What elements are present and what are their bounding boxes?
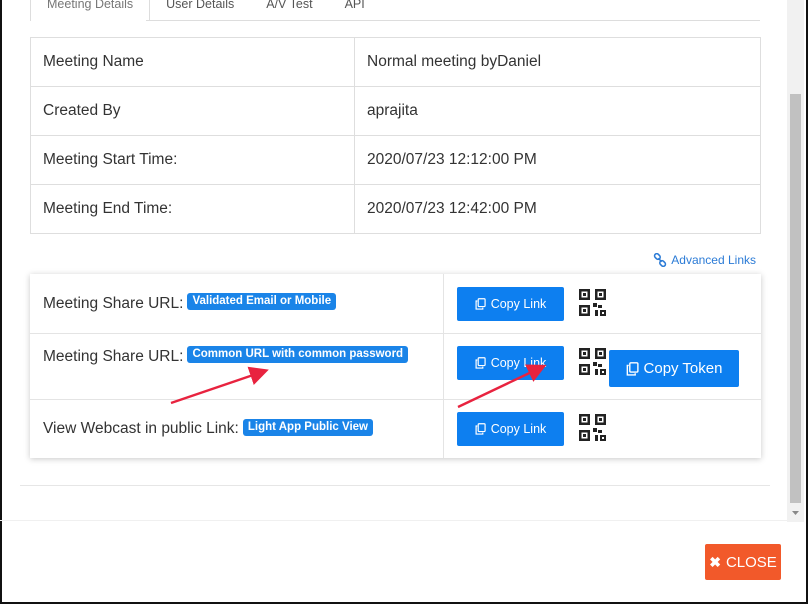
detail-value: Normal meeting byDaniel (354, 37, 761, 87)
copy-token-label: Copy Token (643, 360, 723, 377)
share-badge: Validated Email or Mobile (187, 293, 337, 310)
detail-value: aprajita (354, 86, 761, 136)
table-row: Created By aprajita (30, 86, 761, 136)
tab-label: Meeting Details (47, 0, 134, 11)
close-button[interactable]: ✖ CLOSE (705, 544, 781, 580)
share-label: View Webcast in public Link: (43, 420, 239, 437)
share-row: Meeting Share URL: Validated Email or Mo… (30, 274, 761, 334)
qr-code-icon[interactable] (579, 289, 606, 316)
detail-key: Meeting Name (30, 37, 355, 87)
copy-token-button[interactable]: Copy Token (609, 350, 739, 387)
scroll-down-icon[interactable] (790, 508, 801, 518)
copy-link-button[interactable]: Copy Link (457, 412, 564, 446)
share-row: Meeting Share URL: Common URL with commo… (30, 334, 761, 400)
table-row: Meeting Name Normal meeting byDaniel (30, 37, 761, 87)
close-label: CLOSE (725, 553, 777, 571)
copy-link-button[interactable]: Copy Link (457, 287, 564, 321)
detail-key: Meeting Start Time: (30, 135, 355, 185)
copy-icon (626, 361, 639, 376)
share-label-cell: View Webcast in public Link: Light App P… (30, 400, 444, 458)
meeting-details-table: Meeting Name Normal meeting byDaniel Cre… (30, 37, 761, 234)
table-row: Meeting End Time: 2020/07/23 12:42:00 PM (30, 184, 761, 234)
scrollbar-thumb[interactable] (790, 94, 801, 503)
copy-icon (475, 357, 486, 369)
tab-label: A/V Test (266, 0, 313, 11)
copy-link-button[interactable]: Copy Link (457, 346, 564, 380)
copy-link-label: Copy Link (490, 422, 547, 436)
share-label: Meeting Share URL: (43, 294, 184, 312)
content-divider (20, 485, 770, 486)
copy-icon (475, 298, 486, 310)
advanced-links[interactable]: Advanced Links (653, 253, 756, 267)
share-row: View Webcast in public Link: Light App P… (30, 400, 761, 458)
detail-key: Meeting End Time: (30, 184, 355, 234)
qr-code-icon[interactable] (579, 414, 606, 441)
share-label-cell: Meeting Share URL: Common URL with commo… (30, 334, 444, 399)
tab-api[interactable]: API (329, 0, 381, 21)
tab-meeting-details[interactable]: Meeting Details (30, 0, 151, 21)
share-badge: Light App Public View (242, 418, 373, 436)
footer-divider (0, 520, 788, 521)
copy-link-label: Copy Link (490, 356, 547, 370)
close-icon: ✖ (709, 553, 721, 570)
detail-value: 2020/07/23 12:42:00 PM (354, 184, 761, 234)
share-panel: Meeting Share URL: Validated Email or Mo… (30, 274, 761, 458)
detail-value: 2020/07/23 12:12:00 PM (354, 135, 761, 185)
qr-code-icon[interactable] (579, 348, 606, 375)
copy-icon (475, 423, 486, 435)
tab-bar: Meeting Details User Details A/V Test AP… (30, 0, 381, 21)
table-row: Meeting Start Time: 2020/07/23 12:12:00 … (30, 135, 761, 185)
tab-av-test[interactable]: A/V Test (250, 0, 328, 21)
tab-active-gap (31, 20, 146, 21)
share-label-cell: Meeting Share URL: Validated Email or Mo… (30, 274, 444, 333)
copy-link-label: Copy Link (490, 297, 547, 311)
share-badge: Common URL with common password (187, 346, 409, 363)
tab-label: User Details (166, 0, 235, 11)
tab-user-details[interactable]: User Details (150, 0, 250, 21)
share-label: Meeting Share URL: (43, 348, 184, 365)
detail-key: Created By (30, 86, 355, 136)
advanced-links-label: Advanced Links (671, 253, 756, 267)
link-icon (654, 253, 667, 267)
tab-label: API (344, 0, 365, 11)
